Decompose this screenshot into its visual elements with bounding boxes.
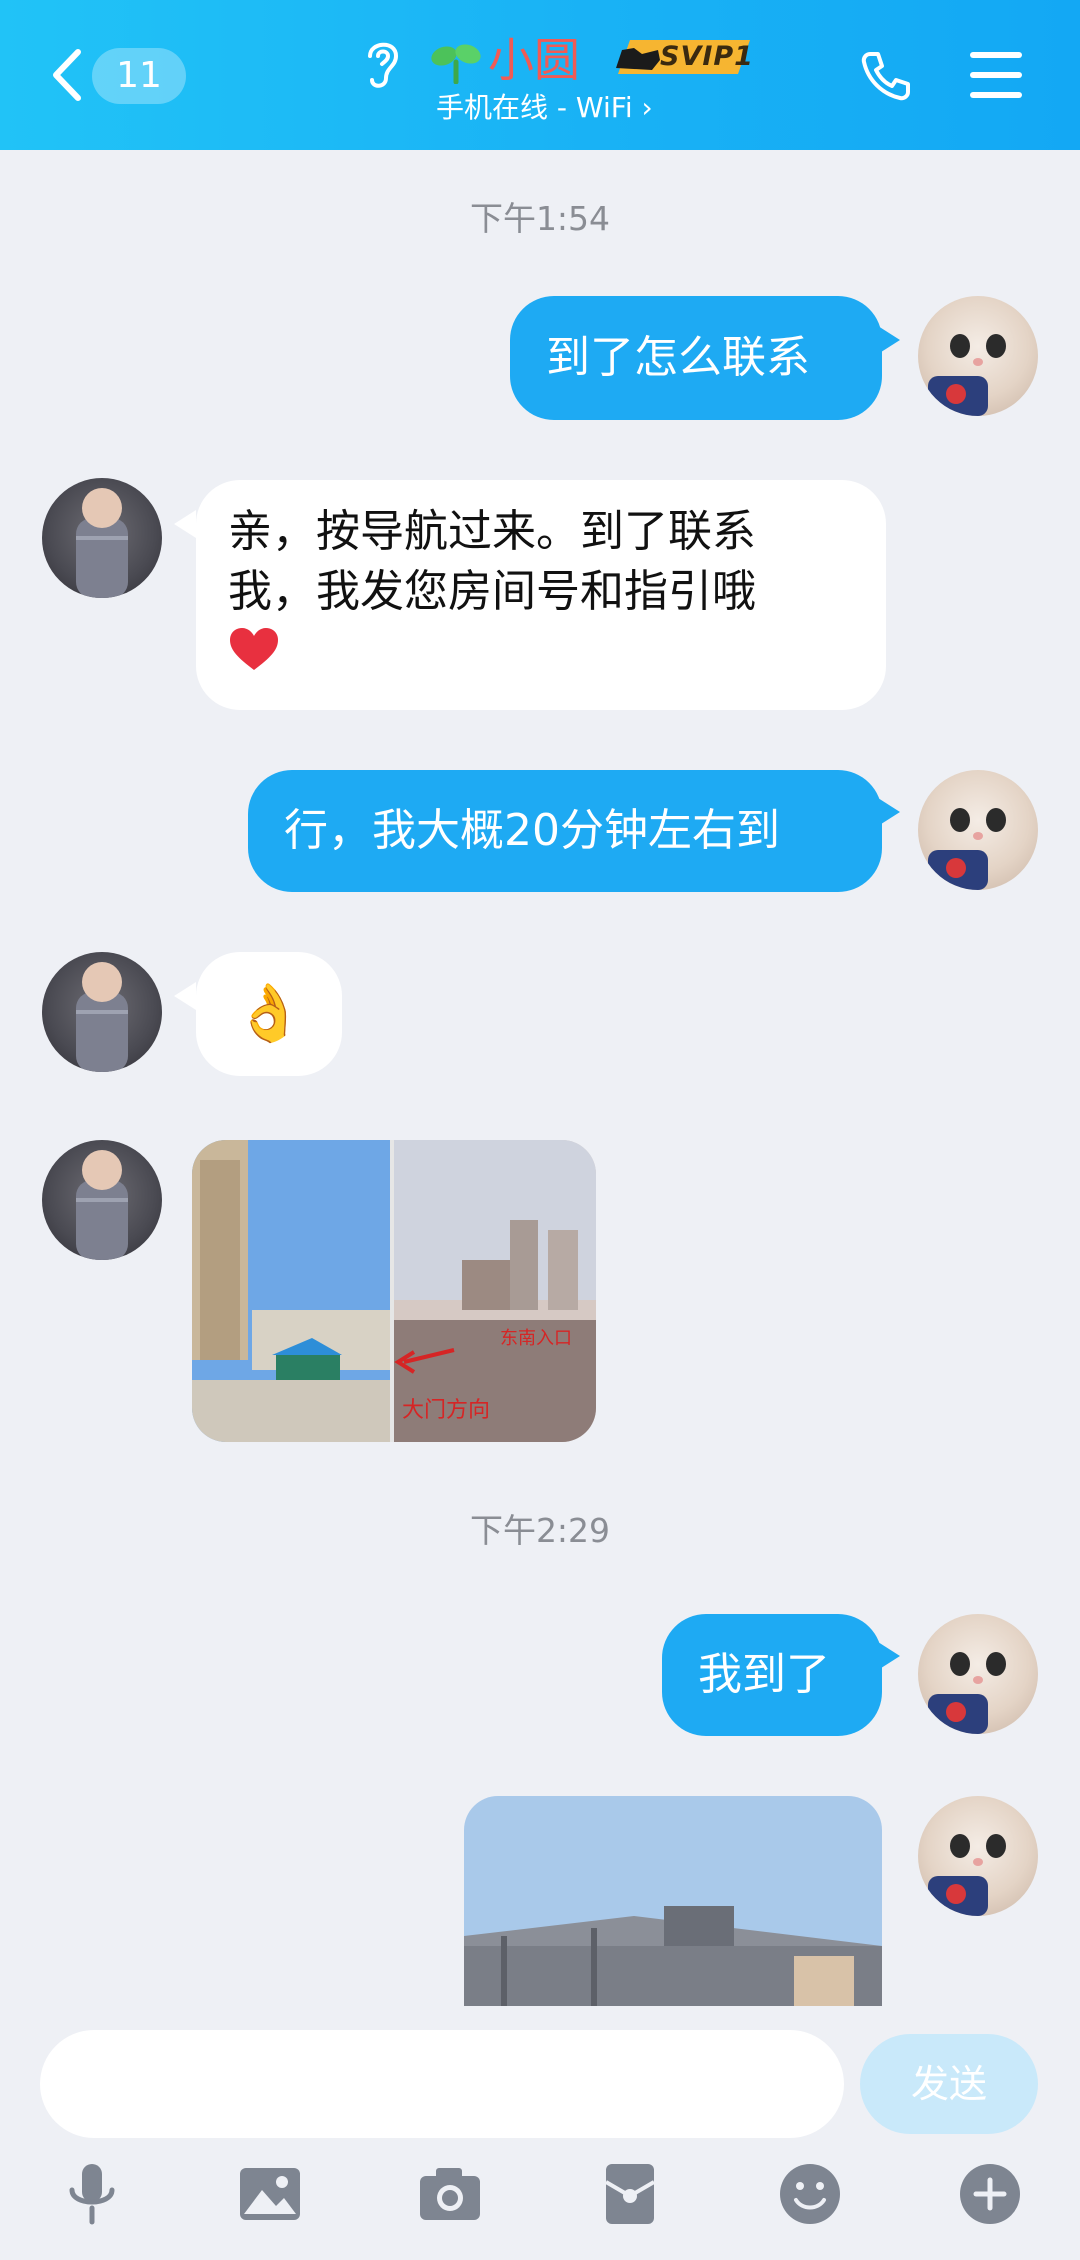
- image-icon[interactable]: [236, 2160, 304, 2228]
- cat-avatar-icon: [928, 1834, 1006, 1916]
- ok-hand-emoji: 👌: [234, 981, 304, 1046]
- my-avatar[interactable]: [918, 1796, 1038, 1916]
- person-avatar-icon: [76, 488, 128, 598]
- cat-avatar-icon: [928, 808, 1006, 890]
- ear-icon[interactable]: [362, 36, 402, 90]
- image-message[interactable]: [464, 1796, 882, 2006]
- red-packet-icon[interactable]: [596, 2160, 664, 2228]
- my-avatar[interactable]: [918, 1614, 1038, 1734]
- contact-avatar[interactable]: [42, 1140, 162, 1260]
- online-status-text: 手机在线 - WiFi: [436, 91, 633, 124]
- bubble-tail: [878, 1642, 900, 1670]
- bubble-tail: [174, 510, 196, 538]
- sprout-icon: [431, 44, 481, 84]
- bubble-tail: [878, 798, 900, 826]
- image-message[interactable]: 东南入口 大门方向: [192, 1140, 596, 1442]
- outgoing-message[interactable]: 行，我大概20分钟左右到: [248, 770, 882, 892]
- camera-icon[interactable]: [416, 2160, 484, 2228]
- message-input[interactable]: [40, 2030, 844, 2138]
- plus-icon[interactable]: [956, 2160, 1024, 2228]
- image-annotation: 东南入口: [500, 1328, 572, 1349]
- message-line: 我，我发您房间号和指引哦: [228, 566, 756, 617]
- heart-icon: [230, 628, 278, 670]
- outgoing-message[interactable]: 到了怎么联系: [510, 296, 882, 420]
- chevron-right-icon: ›: [641, 91, 653, 124]
- incoming-emoji-message[interactable]: 👌: [196, 952, 342, 1076]
- cat-avatar-icon: [928, 1652, 1006, 1734]
- timestamp: 下午1:54: [469, 199, 611, 238]
- contact-name[interactable]: 小圆: [488, 28, 580, 92]
- chat-header: 11 小圆 SVIP1 手机在线 - WiFi ›: [0, 0, 1080, 150]
- svip-label: SVIP1: [660, 41, 754, 72]
- contact-avatar[interactable]: [42, 952, 162, 1072]
- back-icon[interactable]: [48, 46, 84, 104]
- emoji-icon[interactable]: [776, 2160, 844, 2228]
- cat-avatar-icon: [928, 334, 1006, 416]
- menu-icon[interactable]: [966, 48, 1026, 102]
- bubble-tail: [878, 326, 900, 354]
- contact-avatar[interactable]: [42, 478, 162, 598]
- person-avatar-icon: [76, 962, 128, 1072]
- my-avatar[interactable]: [918, 296, 1038, 416]
- online-status[interactable]: 手机在线 - WiFi ›: [436, 88, 653, 128]
- send-button[interactable]: 发送: [860, 2034, 1038, 2134]
- image-annotation: 大门方向: [402, 1398, 491, 1423]
- timestamp: 下午2:29: [469, 1511, 611, 1550]
- incoming-message[interactable]: 亲，按导航过来。到了联系 我，我发您房间号和指引哦: [196, 480, 886, 710]
- building-photo: [464, 1796, 882, 2006]
- phone-icon[interactable]: [858, 48, 914, 104]
- message-line: 亲，按导航过来。到了联系: [228, 506, 756, 557]
- unread-count-badge[interactable]: 11: [92, 48, 186, 104]
- my-avatar[interactable]: [918, 770, 1038, 890]
- person-avatar-icon: [76, 1150, 128, 1260]
- mic-icon[interactable]: [58, 2160, 126, 2228]
- bubble-tail: [174, 982, 196, 1010]
- outgoing-message[interactable]: 我到了: [662, 1614, 882, 1736]
- street-photo: [192, 1140, 596, 1442]
